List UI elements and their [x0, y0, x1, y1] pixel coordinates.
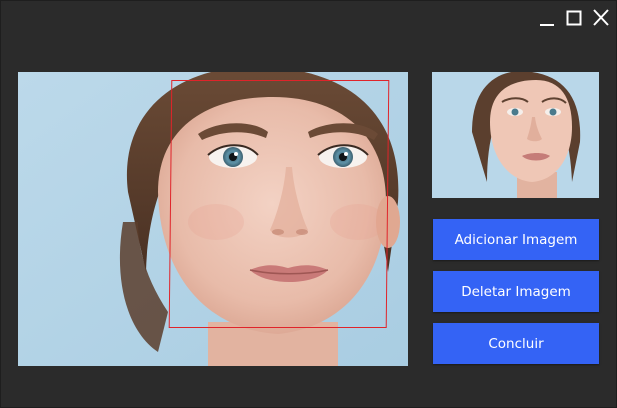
close-button[interactable] [589, 7, 613, 29]
main-photo [18, 72, 408, 366]
minimize-icon [540, 24, 554, 26]
face-thumbnail [432, 72, 599, 198]
delete-image-button[interactable]: Deletar Imagem [433, 271, 599, 312]
close-icon [593, 9, 609, 26]
app-window: Adicionar Imagem Deletar Imagem Concluir [0, 0, 617, 408]
done-button[interactable]: Concluir [433, 323, 599, 364]
minimize-button[interactable] [535, 7, 559, 29]
maximize-button[interactable] [562, 7, 586, 29]
title-bar [1, 1, 616, 35]
maximize-icon [566, 10, 582, 26]
thumbnail-photo [432, 72, 599, 198]
face-detection-box [168, 80, 390, 328]
add-image-button[interactable]: Adicionar Imagem [433, 219, 599, 260]
